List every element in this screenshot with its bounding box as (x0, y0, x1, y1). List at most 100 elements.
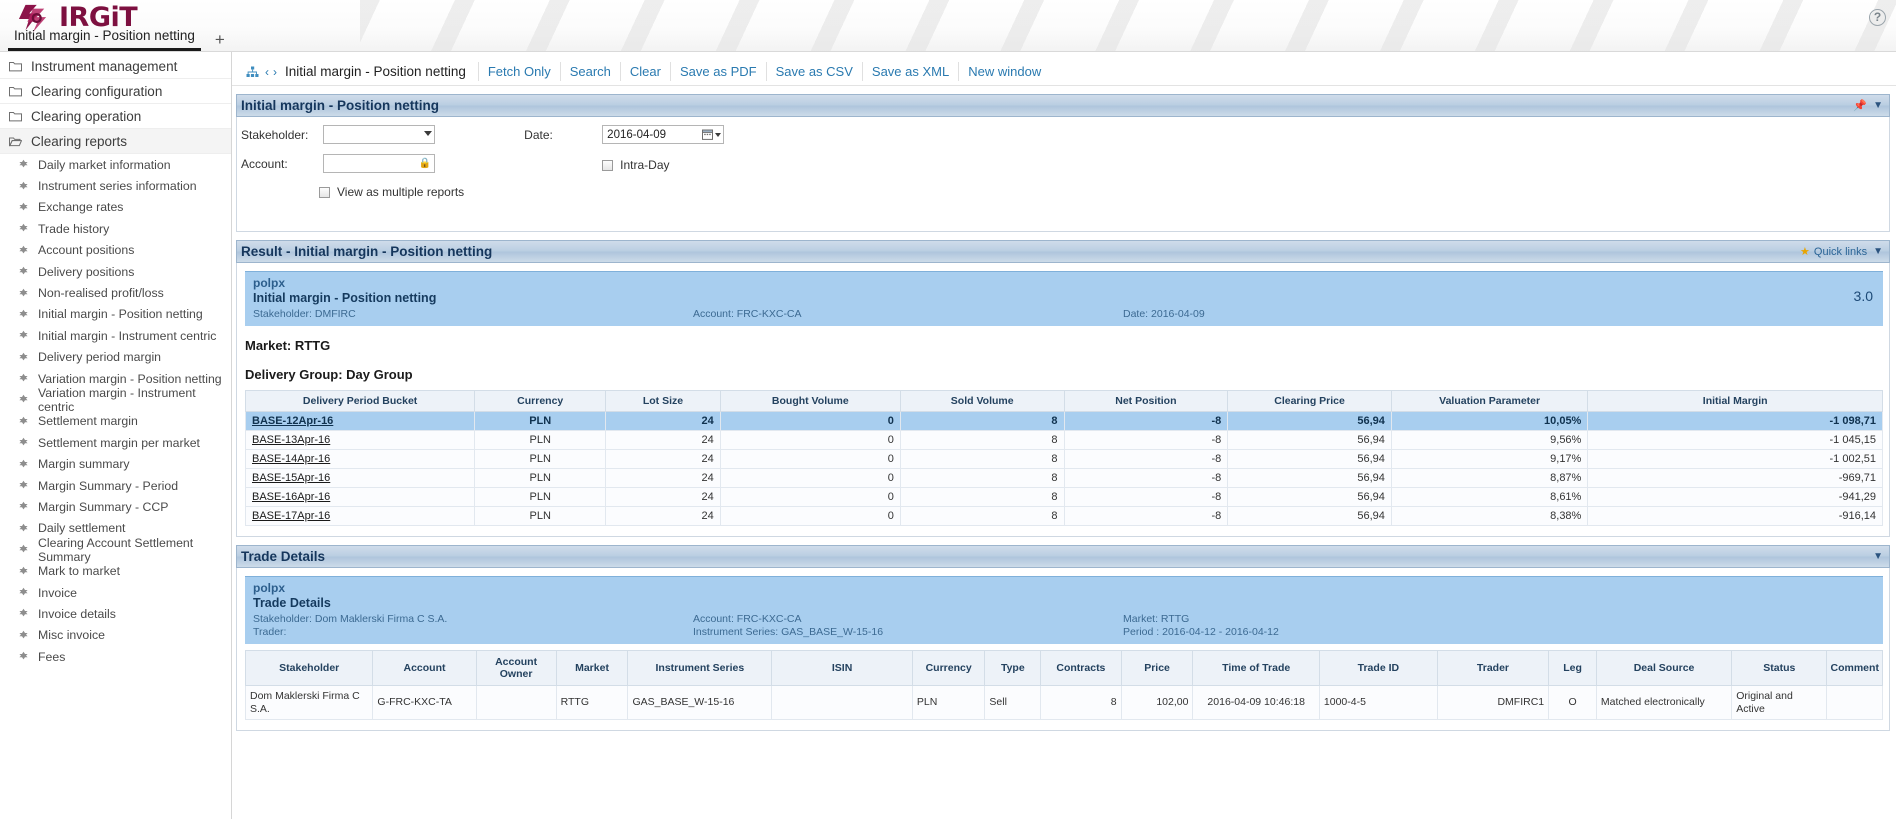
toolbar-link-search[interactable]: Search (559, 62, 620, 81)
diamond-bullet-icon (18, 501, 29, 512)
collapse-caret-icon[interactable]: ▼ (1873, 246, 1883, 257)
pin-icon[interactable]: 📌 (1853, 99, 1867, 112)
sidebar-item-trade-history[interactable]: Trade history (0, 218, 231, 239)
sidebar-item-margin-summary[interactable]: Margin summary (0, 453, 231, 474)
intra-day-checkbox[interactable] (602, 159, 614, 171)
delivery-period-bucket-link[interactable]: BASE-12Apr-16 (252, 415, 333, 427)
trade-table-cell: PLN (911, 685, 986, 721)
sidebar-item-label: Trade history (38, 221, 110, 236)
toolbar-link-clear[interactable]: Clear (619, 62, 670, 81)
table-cell[interactable]: BASE-16Apr-16 (244, 487, 476, 507)
column-header: Initial Margin (1587, 390, 1883, 412)
sidebar-group-clearing-operation[interactable]: Clearing operation (0, 104, 231, 129)
sidebar-item-initial-margin-instrument-centric[interactable]: Initial margin - Instrument centric (0, 325, 231, 346)
add-tab-button[interactable]: + (205, 31, 235, 51)
account-input[interactable]: 🔒 (323, 154, 435, 173)
collapse-caret-icon[interactable]: ▼ (1873, 100, 1883, 111)
table-cell: -8 (1063, 506, 1229, 526)
column-header: Clearing Price (1227, 390, 1392, 412)
table-row[interactable]: BASE-12Apr-16 PLN 24 0 8 -8 56,94 10,05% -1 098,… (244, 411, 1883, 431)
stakeholder-value (324, 126, 328, 140)
table-cell: -8 (1063, 468, 1229, 488)
trade-column-header: ISIN (771, 649, 913, 687)
diamond-bullet-icon (18, 288, 29, 299)
delivery-period-bucket-link[interactable]: BASE-16Apr-16 (252, 491, 330, 503)
sidebar-item-variation-margin-instrument-centric[interactable]: Variation margin - Instrument centric (0, 386, 231, 414)
sidebar-item-margin-summary-ccp[interactable]: Margin Summary - CCP (0, 496, 231, 517)
table-row[interactable]: BASE-16Apr-16 PLN 24 0 8 -8 56,94 8,61% -941,29 (244, 487, 1883, 507)
toolbar-link-new-window[interactable]: New window (958, 62, 1050, 81)
sidebar-item-misc-invoice[interactable]: Misc invoice (0, 625, 231, 646)
sidebar-item-clearing-account-settlement-summary[interactable]: Clearing Account Settlement Summary (0, 536, 231, 564)
stakeholder-select[interactable] (323, 125, 435, 144)
account-row: Account: 🔒 (241, 154, 464, 173)
sidebar-item-label: Variation margin - Position netting (38, 371, 222, 386)
delivery-period-bucket-link[interactable]: BASE-17Apr-16 (252, 510, 330, 522)
sidebar-item-instrument-series-information[interactable]: Instrument series information (0, 175, 231, 196)
sidebar-item-label: Exchange rates (38, 200, 124, 215)
sidebar-item-delivery-positions[interactable]: Delivery positions (0, 261, 231, 282)
sidebar-item-daily-market-information[interactable]: Daily market information (0, 154, 231, 175)
toolbar-link-save-as-csv[interactable]: Save as CSV (765, 62, 862, 81)
toolbar-link-save-as-pdf[interactable]: Save as PDF (669, 62, 766, 81)
table-row[interactable]: BASE-15Apr-16 PLN 24 0 8 -8 56,94 8,87% -969,71 (244, 468, 1883, 488)
result-panel-title: Result - Initial margin - Position netti… (241, 244, 493, 259)
toolbar-link-save-as-xml[interactable]: Save as XML (861, 62, 958, 81)
date-value: 2016-04-09 (607, 128, 666, 141)
sidebar-item-initial-margin-position-netting[interactable]: Initial margin - Position netting (0, 304, 231, 325)
toolbar-link-fetch-only[interactable]: Fetch Only (477, 62, 560, 81)
filter-panel: Initial margin - Position netting 📌 ▼ St… (236, 94, 1890, 232)
tab-initial-margin-position-netting[interactable]: Initial margin - Position netting (8, 28, 201, 51)
help-icon[interactable]: ? (1869, 9, 1886, 26)
report-org: polpx (253, 276, 285, 290)
table-cell: 56,94 (1227, 430, 1392, 450)
report-meta: Stakeholder: DMFIRC Account: FRC-KXC-CA … (253, 308, 1875, 320)
table-cell[interactable]: BASE-13Apr-16 (244, 430, 476, 450)
quick-links-button[interactable]: ★ Quick links (1800, 245, 1867, 259)
account-label: Account: (241, 156, 288, 171)
sidebar-item-invoice-details[interactable]: Invoice details (0, 603, 231, 624)
sidebar-group-clearing-configuration[interactable]: Clearing configuration (0, 79, 231, 104)
diamond-bullet-icon (18, 416, 29, 427)
table-row[interactable]: BASE-14Apr-16 PLN 24 0 8 -8 56,94 9,17% -1 002,5… (244, 449, 1883, 469)
sidebar-item-margin-summary-period[interactable]: Margin Summary - Period (0, 475, 231, 496)
diamond-bullet-icon (18, 544, 29, 555)
sitemap-icon[interactable] (242, 66, 263, 78)
trade-table-row[interactable]: Dom Maklerski Firma C S.A. G-FRC-KXC-TA RT… (244, 685, 1883, 721)
table-row[interactable]: BASE-13Apr-16 PLN 24 0 8 -8 56,94 9,56% -1 045,1… (244, 430, 1883, 450)
delivery-period-bucket-link[interactable]: BASE-13Apr-16 (252, 434, 330, 446)
table-cell[interactable]: BASE-12Apr-16 (244, 411, 476, 431)
toolbar-links: Fetch Only Search Clear Save as PDF Save as … (477, 62, 1050, 81)
trade-table-cell: GAS_BASE_W-15-16 (627, 685, 773, 721)
table-row[interactable]: BASE-17Apr-16 PLN 24 0 8 -8 56,94 8,38% -916,14 (244, 506, 1883, 526)
calendar-icon[interactable] (702, 129, 722, 140)
sidebar-report-list: Daily market information Instrument serie… (0, 154, 231, 667)
delivery-period-bucket-link[interactable]: BASE-15Apr-16 (252, 472, 330, 484)
filter-right-column: Date: 2016-04-09 Intra-Day (524, 125, 725, 199)
sidebar-item-exchange-rates[interactable]: Exchange rates (0, 197, 231, 218)
table-cell: 24 (605, 468, 721, 488)
sidebar-item-delivery-period-margin[interactable]: Delivery period margin (0, 347, 231, 368)
trade-column-header: Stakeholder (244, 649, 374, 687)
trade-report-meta-2: Trader: Instrument Series: GAS_BASE_W-15… (253, 626, 1875, 638)
date-input[interactable]: 2016-04-09 (602, 125, 725, 144)
table-cell[interactable]: BASE-14Apr-16 (244, 449, 476, 469)
breadcrumb-toolbar: ‹ › Initial margin - Position netting Fe… (232, 58, 1896, 86)
table-cell[interactable]: BASE-15Apr-16 (244, 468, 476, 488)
next-button[interactable]: › (271, 65, 279, 79)
sidebar-group-instrument-management[interactable]: Instrument management (0, 54, 231, 79)
sidebar-item-settlement-margin-per-market[interactable]: Settlement margin per market (0, 432, 231, 453)
sidebar-item-fees[interactable]: Fees (0, 646, 231, 667)
sidebar-item-invoice[interactable]: Invoice (0, 582, 231, 603)
sidebar-item-account-positions[interactable]: Account positions (0, 240, 231, 261)
view-multiple-reports-checkbox[interactable] (319, 186, 330, 198)
sidebar-item-non-realised-profit-loss[interactable]: Non-realised profit/loss (0, 282, 231, 303)
delivery-period-bucket-link[interactable]: BASE-14Apr-16 (252, 453, 330, 465)
diamond-bullet-icon (18, 159, 29, 170)
prev-button[interactable]: ‹ (263, 65, 271, 79)
table-cell[interactable]: BASE-17Apr-16 (244, 506, 476, 526)
sidebar-group-clearing-reports[interactable]: Clearing reports (0, 129, 231, 154)
table-cell: 24 (605, 411, 721, 431)
result-panel-tools: ★ Quick links ▼ (1800, 245, 1883, 259)
collapse-caret-icon[interactable]: ▼ (1873, 551, 1883, 562)
